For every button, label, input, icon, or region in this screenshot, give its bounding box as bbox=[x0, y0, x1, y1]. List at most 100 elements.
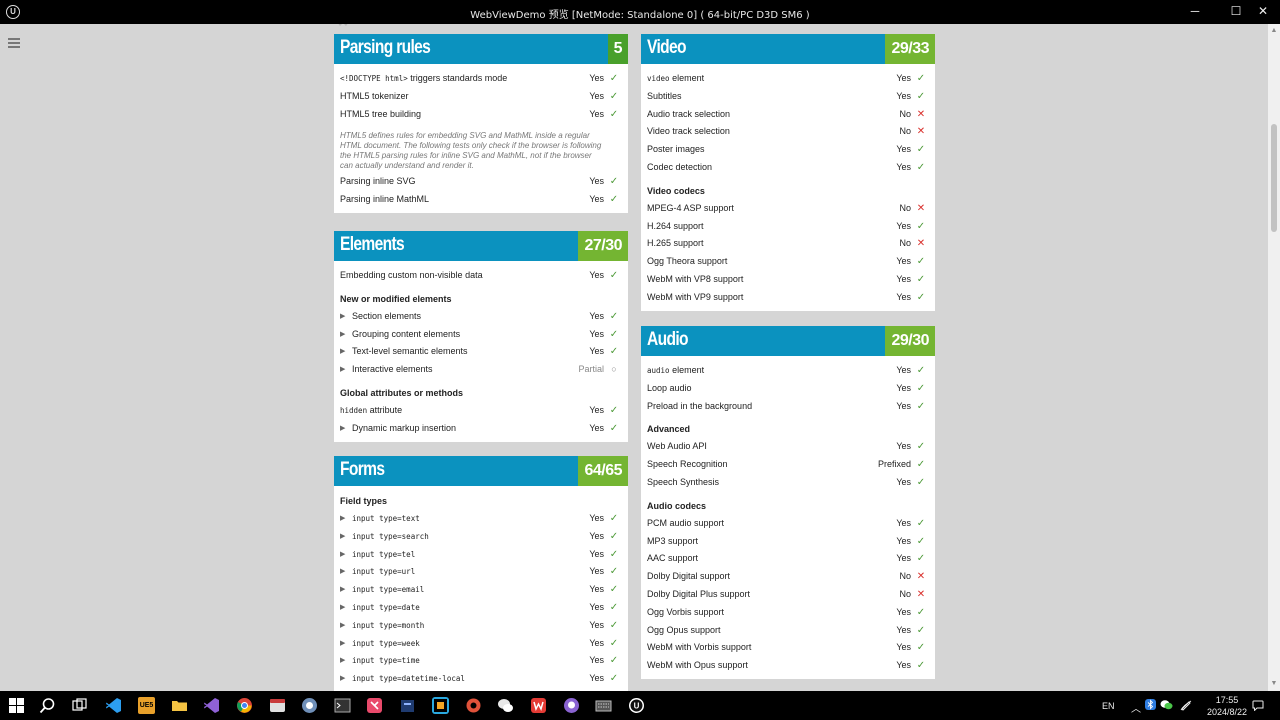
feature-row[interactable]: Parsing inline MathML Yes ✓ bbox=[340, 191, 622, 209]
chrome-icon[interactable] bbox=[236, 697, 253, 714]
section-header[interactable]: Elements 27/30 bbox=[334, 231, 628, 261]
feature-row[interactable]: ▶ input type=time Yes ✓ bbox=[340, 652, 622, 670]
app-icon[interactable] bbox=[432, 697, 449, 714]
expand-arrow-icon[interactable]: ▶ bbox=[340, 599, 345, 617]
hamburger-icon[interactable] bbox=[8, 38, 20, 48]
expand-arrow-icon[interactable]: ▶ bbox=[340, 581, 345, 599]
feature-row[interactable]: Speech Recognition Prefixed ✓ bbox=[647, 456, 929, 474]
feature-row[interactable]: HTML5 tokenizer Yes ✓ bbox=[340, 88, 622, 106]
feature-row[interactable]: Web Audio API Yes ✓ bbox=[647, 438, 929, 456]
section-header[interactable]: Forms 64/65 bbox=[334, 456, 628, 486]
feature-row[interactable]: ▶ input type=week Yes ✓ bbox=[340, 635, 622, 653]
feature-row[interactable]: video element Yes ✓ bbox=[647, 70, 929, 88]
feature-row[interactable]: ▶ input type=url Yes ✓ bbox=[340, 563, 622, 581]
feature-row[interactable]: Codec detection Yes ✓ bbox=[647, 159, 929, 177]
visual-studio-icon[interactable] bbox=[203, 697, 220, 714]
browser-icon[interactable] bbox=[301, 697, 318, 714]
feature-row[interactable]: ▶ input type=date Yes ✓ bbox=[340, 599, 622, 617]
task-view-icon[interactable] bbox=[71, 697, 88, 714]
expand-arrow-icon[interactable]: ▶ bbox=[340, 563, 345, 581]
expand-arrow-icon[interactable]: ▶ bbox=[340, 343, 345, 361]
vertical-scrollbar[interactable]: ▲ ▼ bbox=[1268, 24, 1280, 691]
close-button[interactable]: ✕ bbox=[1246, 0, 1280, 24]
minimize-button[interactable]: ─ bbox=[1178, 0, 1212, 24]
section-header[interactable]: Video 29/33 bbox=[641, 34, 935, 64]
feature-row[interactable]: <!DOCTYPE html> triggers standards mode Y… bbox=[340, 70, 622, 88]
search-icon[interactable] bbox=[39, 697, 56, 714]
feature-row[interactable]: ▶ Section elements Yes ✓ bbox=[340, 308, 622, 326]
feature-row[interactable]: ▶ Interactive elements Partial ○ bbox=[340, 361, 622, 379]
expand-arrow-icon[interactable]: ▶ bbox=[340, 617, 345, 635]
feature-row[interactable]: H.264 support Yes ✓ bbox=[647, 218, 929, 236]
wechat-icon[interactable] bbox=[497, 697, 514, 714]
language-indicator[interactable]: EN bbox=[1102, 701, 1115, 711]
feature-row[interactable]: Dolby Digital Plus support No ✕ bbox=[647, 586, 929, 604]
scroll-up-icon[interactable]: ▲ bbox=[1270, 27, 1278, 35]
feature-row[interactable]: Ogg Theora support Yes ✓ bbox=[647, 253, 929, 271]
clock-date[interactable]: 2024/8/22 bbox=[1199, 707, 1255, 717]
bluetooth-icon[interactable] bbox=[1145, 699, 1156, 710]
feature-row[interactable]: ▶ Dynamic markup insertion Yes ✓ bbox=[340, 420, 622, 438]
feature-row[interactable]: MP3 support Yes ✓ bbox=[647, 533, 929, 551]
expand-arrow-icon[interactable]: ▶ bbox=[340, 361, 345, 379]
expand-arrow-icon[interactable]: ▶ bbox=[340, 420, 345, 438]
feature-row[interactable]: WebM with VP8 support Yes ✓ bbox=[647, 271, 929, 289]
unreal-icon[interactable]: U bbox=[628, 697, 645, 714]
feature-row[interactable]: Parsing inline SVG Yes ✓ bbox=[340, 173, 622, 191]
expand-arrow-icon[interactable]: ▶ bbox=[340, 546, 345, 564]
feature-row[interactable]: ▶ input type=search Yes ✓ bbox=[340, 528, 622, 546]
app-icon[interactable] bbox=[366, 697, 383, 714]
feature-row[interactable]: AAC support Yes ✓ bbox=[647, 550, 929, 568]
wechat-tray-icon[interactable] bbox=[1160, 699, 1173, 710]
pen-icon[interactable] bbox=[1180, 699, 1192, 711]
vscode-icon[interactable] bbox=[105, 697, 122, 714]
windows-start-icon[interactable] bbox=[8, 697, 25, 714]
feature-row[interactable]: Dolby Digital support No ✕ bbox=[647, 568, 929, 586]
feature-row[interactable]: PCM audio support Yes ✓ bbox=[647, 515, 929, 533]
expand-arrow-icon[interactable]: ▶ bbox=[340, 528, 345, 546]
feature-row[interactable]: Embedding custom non-visible data Yes ✓ bbox=[340, 267, 622, 285]
github-icon[interactable] bbox=[563, 697, 580, 714]
feature-row[interactable]: Subtitles Yes ✓ bbox=[647, 88, 929, 106]
expand-arrow-icon[interactable]: ▶ bbox=[340, 510, 345, 528]
feature-row[interactable]: ▶ Text-level semantic elements Yes ✓ bbox=[340, 343, 622, 361]
section-header[interactable]: Audio 29/30 bbox=[641, 326, 935, 356]
expand-arrow-icon[interactable]: ▶ bbox=[340, 308, 345, 326]
feature-row[interactable]: Ogg Vorbis support Yes ✓ bbox=[647, 604, 929, 622]
feature-row[interactable]: hidden attribute Yes ✓ bbox=[340, 402, 622, 420]
app-icon[interactable] bbox=[465, 697, 482, 714]
feature-row[interactable]: Speech Synthesis Yes ✓ bbox=[647, 474, 929, 492]
notification-icon[interactable] bbox=[1252, 700, 1264, 711]
feature-row[interactable]: ▶ Grouping content elements Yes ✓ bbox=[340, 326, 622, 344]
section-header[interactable]: Parsing rules 5 bbox=[334, 34, 628, 64]
file-explorer-icon[interactable] bbox=[171, 697, 188, 714]
feature-row[interactable]: ▶ input type=email Yes ✓ bbox=[340, 581, 622, 599]
feature-row[interactable]: Ogg Opus support Yes ✓ bbox=[647, 622, 929, 640]
feature-row[interactable]: Loop audio Yes ✓ bbox=[647, 380, 929, 398]
feature-row[interactable]: WebM with Vorbis support Yes ✓ bbox=[647, 639, 929, 657]
scrollbar-thumb[interactable] bbox=[1271, 124, 1277, 232]
feature-row[interactable]: Poster images Yes ✓ bbox=[647, 141, 929, 159]
show-hidden-icons-icon[interactable]: ︿ bbox=[1131, 700, 1141, 715]
browser-icon[interactable] bbox=[269, 697, 286, 714]
scroll-down-icon[interactable]: ▼ bbox=[1270, 680, 1278, 688]
expand-arrow-icon[interactable]: ▶ bbox=[340, 670, 345, 688]
feature-row[interactable]: ▶ input type=tel Yes ✓ bbox=[340, 546, 622, 564]
feature-row[interactable]: Preload in the background Yes ✓ bbox=[647, 398, 929, 416]
feature-row[interactable]: WebM with Opus support Yes ✓ bbox=[647, 657, 929, 675]
expand-arrow-icon[interactable]: ▶ bbox=[340, 326, 345, 344]
wps-icon[interactable] bbox=[530, 697, 547, 714]
feature-row[interactable]: audio element Yes ✓ bbox=[647, 362, 929, 380]
keyboard-icon[interactable] bbox=[595, 697, 612, 714]
feature-row[interactable]: WebM with VP9 support Yes ✓ bbox=[647, 289, 929, 307]
feature-row[interactable]: Audio track selection No ✕ bbox=[647, 106, 929, 124]
feature-row[interactable]: ▶ input type=month Yes ✓ bbox=[340, 617, 622, 635]
feature-row[interactable]: HTML5 tree building Yes ✓ bbox=[340, 106, 622, 124]
feature-row[interactable]: Video track selection No ✕ bbox=[647, 123, 929, 141]
feature-row[interactable]: ▶ input type=text Yes ✓ bbox=[340, 510, 622, 528]
feature-row[interactable]: ▶ input type=datetime-local Yes ✓ bbox=[340, 670, 622, 688]
expand-arrow-icon[interactable]: ▶ bbox=[340, 652, 345, 670]
terminal-icon[interactable] bbox=[334, 697, 351, 714]
app-icon[interactable] bbox=[399, 697, 416, 714]
clock-time[interactable]: 17:55 bbox=[1209, 695, 1245, 705]
